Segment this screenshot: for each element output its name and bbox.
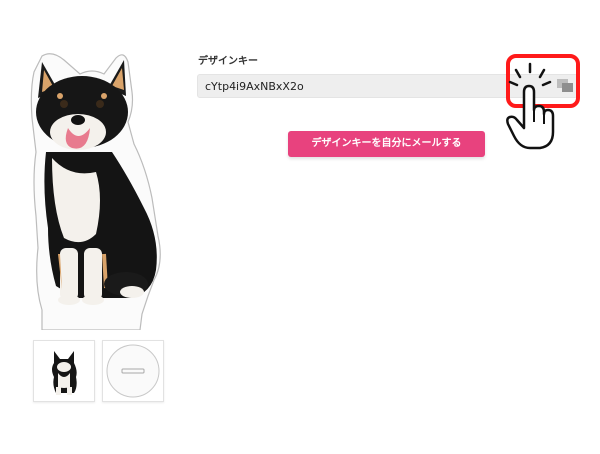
product-preview-image	[30, 53, 161, 330]
stand-base-thumbnail[interactable]	[102, 340, 164, 402]
stand-base-icon	[106, 344, 160, 398]
dog-thumbnail[interactable]	[33, 340, 95, 402]
design-key-label: デザインキー	[198, 56, 258, 67]
email-design-key-button[interactable]: デザインキーを自分にメールする	[288, 131, 485, 157]
dog-thumbnail-icon	[52, 351, 77, 395]
hand-pointer-icon	[506, 62, 555, 150]
